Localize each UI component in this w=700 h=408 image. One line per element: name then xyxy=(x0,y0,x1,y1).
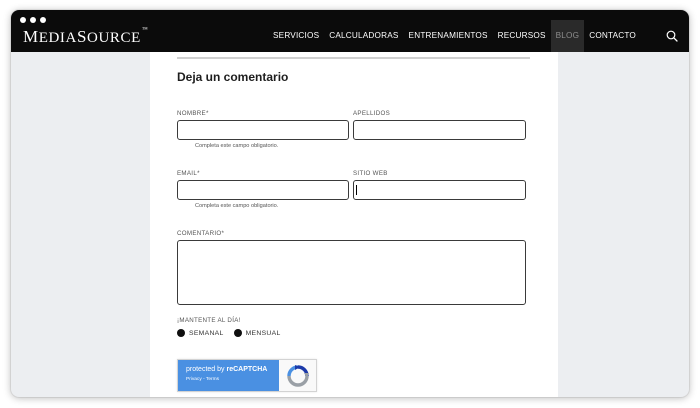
nav-contacto[interactable]: CONTACTO xyxy=(584,20,641,52)
comentario-field[interactable] xyxy=(177,240,526,305)
nombre-hint: Completa este campo obligatorio. xyxy=(195,143,279,149)
recaptcha-terms-link[interactable]: Terms xyxy=(206,377,219,382)
nav-calculadoras[interactable]: CALCULADORAS xyxy=(324,20,403,52)
email-field[interactable] xyxy=(177,180,349,200)
window-dot-icon[interactable] xyxy=(20,17,26,23)
recaptcha-privacy-link[interactable]: Privacy xyxy=(186,377,202,382)
radio-semanal[interactable]: SEMANAL xyxy=(177,329,224,337)
sitio-web-field[interactable] xyxy=(353,180,526,200)
sitio-web-wrapper xyxy=(353,180,526,200)
radio-icon[interactable] xyxy=(177,329,185,337)
nav-servicios[interactable]: SERVICIOS xyxy=(268,20,324,52)
nombre-field[interactable] xyxy=(177,120,349,140)
apellidos-label: APELLIDOS xyxy=(353,110,391,117)
recaptcha-links: Privacy - Terms xyxy=(186,377,279,382)
main-nav: SERVICIOS CALCULADORAS ENTRENAMIENTOS RE… xyxy=(268,20,689,52)
window-dot-icon[interactable] xyxy=(40,17,46,23)
nav-blog[interactable]: BLOG xyxy=(550,20,585,52)
logo-text: MEDIASOURCE xyxy=(23,27,141,46)
recaptcha-widget[interactable]: protected by reCAPTCHA Privacy - Terms xyxy=(177,359,317,392)
nav-entrenamientos[interactable]: ENTRENAMIENTOS xyxy=(404,20,493,52)
recaptcha-brand: reCAPTCHA xyxy=(226,366,268,373)
recaptcha-prefix: protected by xyxy=(186,366,227,373)
recaptcha-panel: protected by reCAPTCHA Privacy - Terms xyxy=(178,360,279,391)
text-cursor xyxy=(356,185,357,195)
site-header: MEDIASOURCE™ SERVICIOS CALCULADORAS ENTR… xyxy=(11,10,689,52)
window-dot-icon[interactable] xyxy=(30,17,36,23)
radio-semanal-label: SEMANAL xyxy=(189,329,224,337)
recaptcha-text: protected by reCAPTCHA xyxy=(186,366,279,373)
form-title: Deja un comentario xyxy=(177,70,289,84)
sitio-web-label: SITIO WEB xyxy=(353,170,388,177)
newsletter-options: SEMANAL MENSUAL xyxy=(177,329,291,337)
logo-trademark: ™ xyxy=(141,27,149,33)
radio-icon[interactable] xyxy=(233,329,242,337)
window-controls xyxy=(20,17,46,23)
email-hint: Completa este campo obligatorio. xyxy=(195,203,279,209)
email-label: EMAIL* xyxy=(177,170,200,177)
site-logo[interactable]: MEDIASOURCE™ xyxy=(23,27,148,47)
apellidos-field[interactable] xyxy=(353,120,526,140)
search-icon[interactable] xyxy=(655,20,689,52)
comentario-label: COMENTARIO* xyxy=(177,230,225,237)
nombre-label: NOMBRE* xyxy=(177,110,209,117)
browser-window: MEDIASOURCE™ SERVICIOS CALCULADORAS ENTR… xyxy=(11,10,689,397)
radio-mensual[interactable]: MENSUAL xyxy=(233,329,281,337)
newsletter-label: ¡MANTENTE AL DÍA! xyxy=(177,317,241,324)
comment-form-area: Deja un comentario NOMBRE* Completa este… xyxy=(150,52,558,397)
nav-recursos[interactable]: RECURSOS xyxy=(493,20,551,52)
recaptcha-logo-icon xyxy=(279,360,316,391)
radio-mensual-label: MENSUAL xyxy=(245,329,281,337)
section-divider xyxy=(177,57,530,59)
